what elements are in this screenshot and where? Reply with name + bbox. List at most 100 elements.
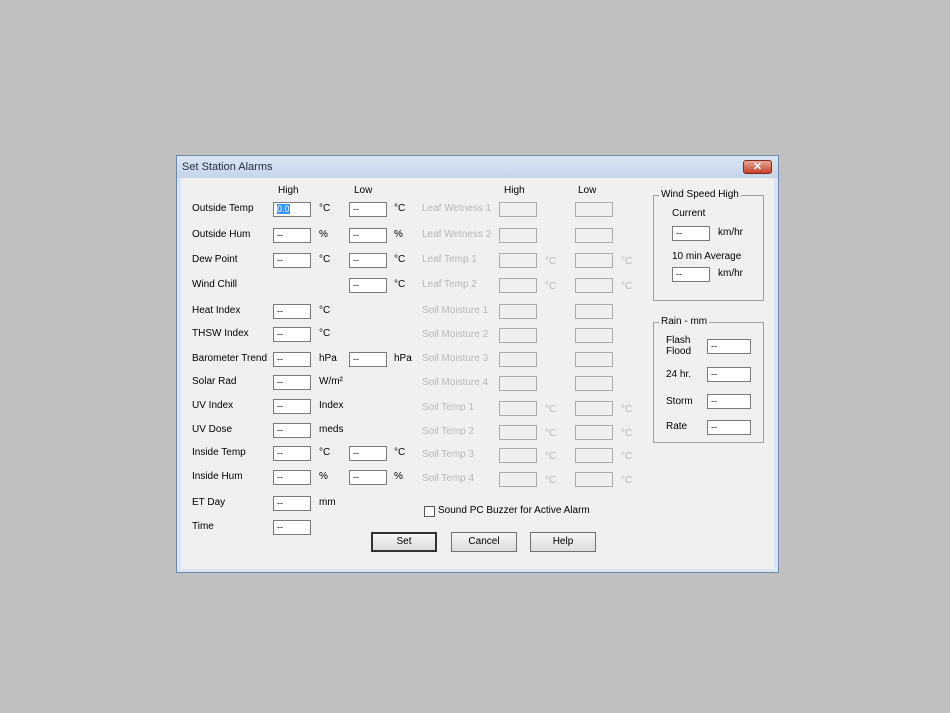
rain-24hr-label: 24 hr.	[666, 369, 692, 380]
low-column-header: Low	[354, 185, 373, 196]
alarm-label: Inside Temp	[192, 447, 246, 458]
extra-high-unit: °C	[545, 281, 557, 292]
extra-high-unit: °C	[545, 428, 557, 439]
extra-low-input	[575, 472, 613, 487]
buzzer-checkbox[interactable]	[424, 506, 435, 517]
wind-current-input[interactable]: --	[672, 226, 710, 241]
high-unit-label: °C	[319, 305, 331, 316]
low-alarm-input[interactable]: --	[349, 202, 387, 217]
high-unit-label: %	[319, 471, 328, 482]
title-bar[interactable]: Set Station Alarms ✕	[177, 156, 778, 178]
high-alarm-input[interactable]: --	[273, 327, 311, 342]
extra-low-input	[575, 278, 613, 293]
low-alarm-input[interactable]: --	[349, 352, 387, 367]
extra-alarm-label: Leaf Wetness 1	[422, 203, 492, 214]
close-icon[interactable]: ✕	[743, 160, 772, 174]
extra-low-unit: °C	[621, 256, 633, 267]
extra-high-input	[499, 425, 537, 440]
low-alarm-input[interactable]: --	[349, 470, 387, 485]
alarm-label: Wind Chill	[192, 279, 238, 290]
high-alarm-input[interactable]: --	[273, 253, 311, 268]
extra-high-input	[499, 448, 537, 463]
extra-high-input	[499, 328, 537, 343]
high-alarm-input[interactable]: --	[273, 496, 311, 511]
extra-high-input	[499, 228, 537, 243]
extra-alarm-label: Soil Temp 2	[422, 426, 475, 437]
buzzer-label: Sound PC Buzzer for Active Alarm	[438, 505, 590, 516]
rain-storm-input[interactable]: --	[707, 394, 751, 409]
extra-high-unit: °C	[545, 475, 557, 486]
alarm-label: Dew Point	[192, 254, 238, 265]
wind-current-unit: km/hr	[718, 227, 743, 238]
high-alarm-input[interactable]: --	[273, 399, 311, 414]
rain-flash-label: Flash Flood	[666, 335, 692, 357]
high-alarm-input[interactable]: --	[273, 446, 311, 461]
extra-low-unit: °C	[621, 428, 633, 439]
extra-alarm-label: Soil Moisture 4	[422, 377, 489, 388]
high-alarm-input[interactable]: --	[273, 375, 311, 390]
alarm-label: Outside Temp	[192, 203, 254, 214]
extra-high-input	[499, 202, 537, 217]
high-unit-label: °C	[319, 328, 331, 339]
extra-low-input	[575, 202, 613, 217]
extra-high-input	[499, 304, 537, 319]
high-unit-label: W/m²	[319, 376, 343, 387]
rain-rate-label: Rate	[666, 421, 688, 432]
high-alarm-input[interactable]: --	[273, 423, 311, 438]
high-alarm-input[interactable]: --	[273, 304, 311, 319]
high-alarm-input[interactable]: --	[273, 228, 311, 243]
high-unit-label: mm	[319, 497, 336, 508]
low-alarm-input[interactable]: --	[349, 278, 387, 293]
wind-average-label: 10 min Average	[672, 251, 742, 262]
high-alarm-input[interactable]: --	[273, 470, 311, 485]
high-alarm-input[interactable]: --	[273, 352, 311, 367]
selected-text: 0.0	[277, 204, 290, 214]
high-alarm-input[interactable]: --	[273, 520, 311, 535]
extra-alarm-label: Leaf Wetness 2	[422, 229, 492, 240]
high-column-header-extra: High	[504, 185, 525, 196]
set-station-alarms-dialog: Set Station Alarms ✕ High Low High Low W…	[176, 155, 779, 573]
rain-group: Rain - mm Flash Flood -- 24 hr. -- Storm…	[653, 316, 764, 443]
extra-low-unit: °C	[621, 281, 633, 292]
wind-average-input[interactable]: --	[672, 267, 710, 282]
rain-storm-label: Storm	[666, 396, 693, 407]
low-unit-label: °C	[394, 203, 406, 214]
extra-high-input	[499, 472, 537, 487]
rain-rate-input[interactable]: --	[707, 420, 751, 435]
extra-low-input	[575, 425, 613, 440]
extra-low-unit: °C	[621, 404, 633, 415]
extra-high-input	[499, 253, 537, 268]
wind-speed-group-title: Wind Speed High	[659, 189, 741, 200]
alarm-label: Heat Index	[192, 305, 241, 316]
dialog-body: High Low High Low Wind Speed High Curren…	[181, 178, 774, 569]
rain-flash-input[interactable]: --	[707, 339, 751, 354]
alarm-label: Time	[192, 521, 214, 532]
extra-high-unit: °C	[545, 451, 557, 462]
extra-alarm-label: Leaf Temp 2	[422, 279, 477, 290]
high-column-header: High	[278, 185, 299, 196]
extra-low-input	[575, 376, 613, 391]
help-button[interactable]: Help	[530, 532, 596, 552]
low-alarm-input[interactable]: --	[349, 446, 387, 461]
extra-alarm-label: Leaf Temp 1	[422, 254, 477, 265]
set-button[interactable]: Set	[371, 532, 437, 552]
extra-high-input	[499, 352, 537, 367]
high-unit-label: meds	[319, 424, 344, 435]
dialog-title: Set Station Alarms	[182, 161, 273, 173]
high-unit-label: %	[319, 229, 328, 240]
alarm-label: UV Index	[192, 400, 234, 411]
low-alarm-input[interactable]: --	[349, 253, 387, 268]
low-alarm-input[interactable]: --	[349, 228, 387, 243]
high-unit-label: °C	[319, 447, 331, 458]
rain-24hr-input[interactable]: --	[707, 367, 751, 382]
extra-low-unit: °C	[621, 451, 633, 462]
alarm-label: UV Dose	[192, 424, 233, 435]
cancel-button[interactable]: Cancel	[451, 532, 517, 552]
high-alarm-input[interactable]: 0.0	[273, 202, 311, 217]
extra-high-input	[499, 401, 537, 416]
extra-low-input	[575, 253, 613, 268]
extra-alarm-label: Soil Temp 4	[422, 473, 475, 484]
low-unit-label: %	[394, 229, 403, 240]
extra-high-unit: °C	[545, 256, 557, 267]
extra-high-input	[499, 278, 537, 293]
